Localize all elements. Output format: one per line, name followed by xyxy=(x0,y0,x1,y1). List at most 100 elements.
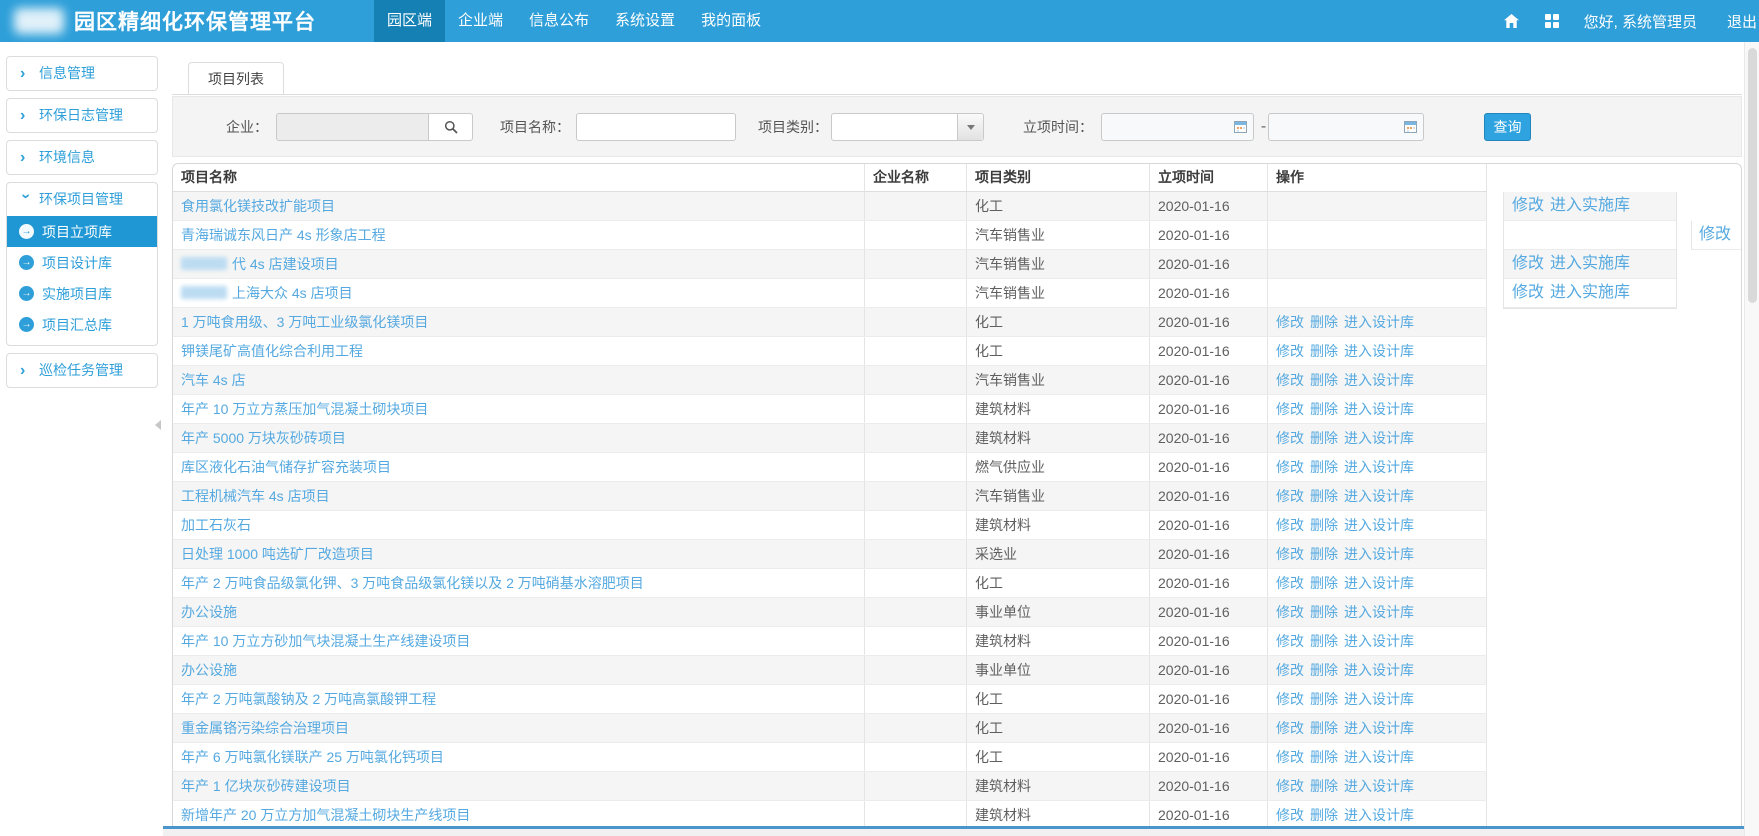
action-link[interactable]: 进入设计库 xyxy=(1344,633,1414,649)
action-link[interactable]: 修改 xyxy=(1276,749,1304,765)
action-link[interactable]: 进入设计库 xyxy=(1344,517,1414,533)
action-link[interactable]: 进入设计库 xyxy=(1344,372,1414,388)
action-link[interactable]: 修改 xyxy=(1512,255,1544,272)
project-name-link[interactable]: 日处理 1000 吨选矿厂改造项目 xyxy=(181,546,374,562)
sidebar-item-inspection-task-management[interactable]: ›巡检任务管理 xyxy=(7,354,157,387)
action-link[interactable]: 修改 xyxy=(1276,372,1304,388)
action-link[interactable]: 修改 xyxy=(1276,430,1304,446)
action-link[interactable]: 修改 xyxy=(1276,343,1304,359)
action-link[interactable]: 进入设计库 xyxy=(1344,430,1414,446)
action-link[interactable]: 进入设计库 xyxy=(1344,778,1414,794)
project-name-link[interactable]: 年产 2 万吨氯酸钠及 2 万吨高氯酸钾工程 xyxy=(181,691,436,707)
action-link[interactable]: 进入设计库 xyxy=(1344,459,1414,475)
action-link[interactable]: 删除 xyxy=(1310,459,1338,475)
project-name-link[interactable]: 工程机械汽车 4s 店项目 xyxy=(181,488,330,504)
sidebar-item-project-initiation-library[interactable]: →项目立项库 xyxy=(7,216,157,247)
action-link[interactable]: 修改 xyxy=(1512,284,1544,301)
action-link[interactable]: 修改 xyxy=(1276,575,1304,591)
project-name-link[interactable]: 钾镁尾矿高值化综合利用工程 xyxy=(181,343,363,359)
action-link[interactable]: 修改 xyxy=(1276,517,1304,533)
project-name-link[interactable]: 新增年产 20 万立方加气混凝土砌块生产线项目 xyxy=(181,807,470,823)
action-link[interactable]: 修改 xyxy=(1276,720,1304,736)
action-link[interactable]: 进入设计库 xyxy=(1344,720,1414,736)
sidebar-item-env-log-management[interactable]: ›环保日志管理 xyxy=(7,99,157,132)
project-name-link[interactable]: 办公设施 xyxy=(181,604,237,620)
action-link[interactable]: 删除 xyxy=(1310,546,1338,562)
action-link[interactable]: 删除 xyxy=(1310,372,1338,388)
project-name-link[interactable]: 库区液化石油气储存扩容充装项目 xyxy=(181,459,391,475)
action-link[interactable]: 进入实施库 xyxy=(1550,255,1630,272)
action-link[interactable]: 进入实施库 xyxy=(1550,284,1630,301)
tab-project-list[interactable]: 项目列表 xyxy=(188,62,284,95)
action-link[interactable]: 删除 xyxy=(1310,749,1338,765)
project-name-link[interactable]: 上海大众 4s 店项目 xyxy=(232,285,353,301)
action-link[interactable]: 修改 xyxy=(1276,807,1304,823)
action-link[interactable]: 进入设计库 xyxy=(1344,604,1414,620)
action-link[interactable]: 修改 xyxy=(1276,488,1304,504)
action-link[interactable]: 删除 xyxy=(1310,720,1338,736)
nav-item-settings[interactable]: 系统设置 xyxy=(602,0,688,42)
action-link[interactable]: 进入设计库 xyxy=(1344,488,1414,504)
project-name-link[interactable]: 年产 6 万吨氯化镁联产 25 万吨氯化钙项目 xyxy=(181,749,444,765)
action-link[interactable]: 进入设计库 xyxy=(1344,401,1414,417)
sidebar-item-project-design-library[interactable]: →项目设计库 xyxy=(7,247,157,278)
action-link[interactable]: 进入设计库 xyxy=(1344,691,1414,707)
action-link[interactable]: 删除 xyxy=(1310,314,1338,330)
action-link[interactable]: 修改 xyxy=(1276,778,1304,794)
action-link[interactable]: 修改 xyxy=(1276,314,1304,330)
action-link[interactable]: 修改 xyxy=(1276,546,1304,562)
action-link[interactable]: 删除 xyxy=(1310,430,1338,446)
action-link[interactable]: 删除 xyxy=(1310,633,1338,649)
project-name-link[interactable]: 汽车 4s 店 xyxy=(181,372,246,388)
nav-item-announcement[interactable]: 信息公布 xyxy=(516,0,602,42)
logout-link[interactable]: 退出 xyxy=(1727,11,1757,32)
action-link[interactable]: 删除 xyxy=(1310,401,1338,417)
sidebar-collapse-icon[interactable] xyxy=(155,420,161,430)
category-select[interactable] xyxy=(831,113,984,141)
action-link[interactable]: 修改 xyxy=(1699,226,1731,243)
action-link[interactable]: 修改 xyxy=(1276,401,1304,417)
action-link[interactable]: 进入设计库 xyxy=(1344,314,1414,330)
action-link[interactable]: 删除 xyxy=(1310,575,1338,591)
project-name-link[interactable]: 年产 10 万立方砂加气块混凝土生产线建设项目 xyxy=(181,633,470,649)
sidebar-item-env-info[interactable]: ›环境信息 xyxy=(7,141,157,174)
action-link[interactable]: 修改 xyxy=(1276,459,1304,475)
action-link[interactable]: 删除 xyxy=(1310,488,1338,504)
project-name-link[interactable]: 办公设施 xyxy=(181,662,237,678)
scrollbar-thumb[interactable] xyxy=(1748,48,1757,303)
company-input[interactable] xyxy=(276,113,428,141)
action-link[interactable]: 进入设计库 xyxy=(1344,662,1414,678)
home-icon[interactable] xyxy=(1504,13,1520,29)
query-button[interactable]: 查询 xyxy=(1484,113,1531,141)
action-link[interactable]: 进入设计库 xyxy=(1344,575,1414,591)
date-from-input[interactable] xyxy=(1101,113,1254,141)
sidebar-item-implementation-library[interactable]: →实施项目库 xyxy=(7,278,157,309)
project-name-link[interactable]: 重金属铬污染综合治理项目 xyxy=(181,720,349,736)
sidebar-item-project-summary-library[interactable]: →项目汇总库 xyxy=(7,309,157,340)
project-name-link[interactable]: 年产 5000 万块灰砂砖项目 xyxy=(181,430,346,446)
action-link[interactable]: 修改 xyxy=(1276,691,1304,707)
action-link[interactable]: 删除 xyxy=(1310,517,1338,533)
action-link[interactable]: 进入设计库 xyxy=(1344,749,1414,765)
project-name-link[interactable]: 年产 1 亿块灰砂砖建设项目 xyxy=(181,778,351,794)
project-name-link[interactable]: 青海瑞诚东风日产 4s 形象店工程 xyxy=(181,227,386,243)
sidebar-item-info-management[interactable]: ›信息管理 xyxy=(7,57,157,90)
company-search-button[interactable] xyxy=(428,113,473,141)
action-link[interactable]: 进入实施库 xyxy=(1550,197,1630,214)
action-link[interactable]: 删除 xyxy=(1310,691,1338,707)
grid-icon[interactable] xyxy=(1544,13,1560,29)
project-name-link[interactable]: 年产 2 万吨食品级氯化钾、3 万吨食品级氯化镁以及 2 万吨硝基水溶肥项目 xyxy=(181,575,644,591)
project-name-link[interactable]: 年产 10 万立方蒸压加气混凝土砌块项目 xyxy=(181,401,428,417)
action-link[interactable]: 删除 xyxy=(1310,807,1338,823)
project-name-input[interactable] xyxy=(576,113,736,141)
action-link[interactable]: 删除 xyxy=(1310,343,1338,359)
action-link[interactable]: 修改 xyxy=(1512,197,1544,214)
nav-item-enterprise[interactable]: 企业端 xyxy=(445,0,516,42)
project-name-link[interactable]: 食用氯化镁技改扩能项目 xyxy=(181,198,335,214)
action-link[interactable]: 进入设计库 xyxy=(1344,343,1414,359)
sidebar-item-env-project-management[interactable]: ›环保项目管理 xyxy=(7,183,157,216)
nav-item-dashboard[interactable]: 我的面板 xyxy=(688,0,774,42)
vertical-scrollbar[interactable] xyxy=(1744,42,1759,836)
project-name-link[interactable]: 代 4s 店建设项目 xyxy=(232,256,339,272)
action-link[interactable]: 修改 xyxy=(1276,633,1304,649)
